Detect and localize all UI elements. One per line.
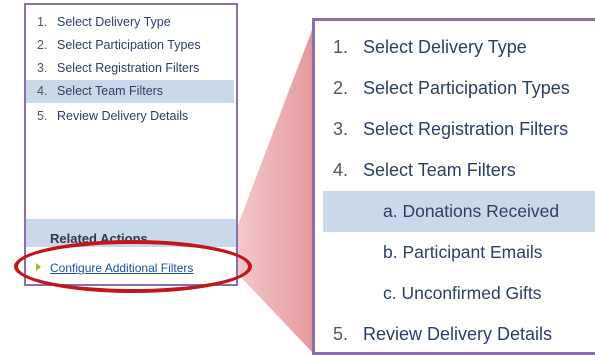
step-number: 2. [37, 38, 48, 52]
zoomed-step-delivery-type[interactable]: 1. Select Delivery Type [315, 27, 595, 68]
zoomed-step-panel: 1. Select Delivery Type 2. Select Particip… [312, 18, 595, 355]
step-number: 4. [37, 84, 48, 98]
step-label: Review Delivery Details [57, 109, 189, 123]
step-item-review-delivery[interactable]: 5. Review Delivery Details [26, 105, 236, 128]
step-number: 5. [333, 324, 349, 344]
step-list: 1. Select Delivery Type 2. Select Particip… [26, 5, 236, 128]
zoomed-step-participation-types[interactable]: 2. Select Participation Types [315, 68, 595, 109]
step-label: Select Registration Filters [363, 119, 569, 139]
step-item-registration-filters[interactable]: 3. Select Registration Filters [26, 57, 236, 80]
zoomed-step-team-filters[interactable]: 4. Select Team Filters [315, 150, 595, 191]
step-label: Review Delivery Details [363, 324, 553, 344]
step-number: 3. [333, 119, 349, 139]
step-label: Select Team Filters [57, 84, 164, 98]
sub-step-unconfirmed-gifts[interactable]: c. Unconfirmed Gifts [315, 273, 595, 314]
step-number: 1. [37, 15, 48, 29]
step-label: Select Registration Filters [57, 61, 200, 75]
step-label: Select Team Filters [363, 160, 516, 180]
sub-step-participant-emails[interactable]: b. Participant Emails [315, 232, 595, 273]
step-number: 3. [37, 61, 48, 75]
zoomed-step-registration-filters[interactable]: 3. Select Registration Filters [315, 109, 595, 150]
step-number: 1. [333, 37, 349, 57]
zoomed-step-review-delivery[interactable]: 5. Review Delivery Details [315, 314, 595, 355]
step-item-delivery-type[interactable]: 1. Select Delivery Type [26, 11, 236, 34]
step-label: Select Participation Types [363, 78, 570, 98]
step-label: Select Delivery Type [363, 37, 527, 57]
sub-step-donations-received[interactable]: a. Donations Received [323, 191, 595, 232]
step-number: 5. [37, 109, 48, 123]
callout-oval [14, 240, 252, 293]
step-label: Select Delivery Type [57, 15, 171, 29]
step-number: 4. [333, 160, 349, 180]
step-number: 2. [333, 78, 349, 98]
step-label: Select Participation Types [57, 38, 201, 52]
zoomed-step-list: 1. Select Delivery Type 2. Select Particip… [315, 21, 595, 355]
step-item-team-filters[interactable]: 4. Select Team Filters [26, 80, 234, 103]
step-item-participation-types[interactable]: 2. Select Participation Types [26, 34, 236, 57]
